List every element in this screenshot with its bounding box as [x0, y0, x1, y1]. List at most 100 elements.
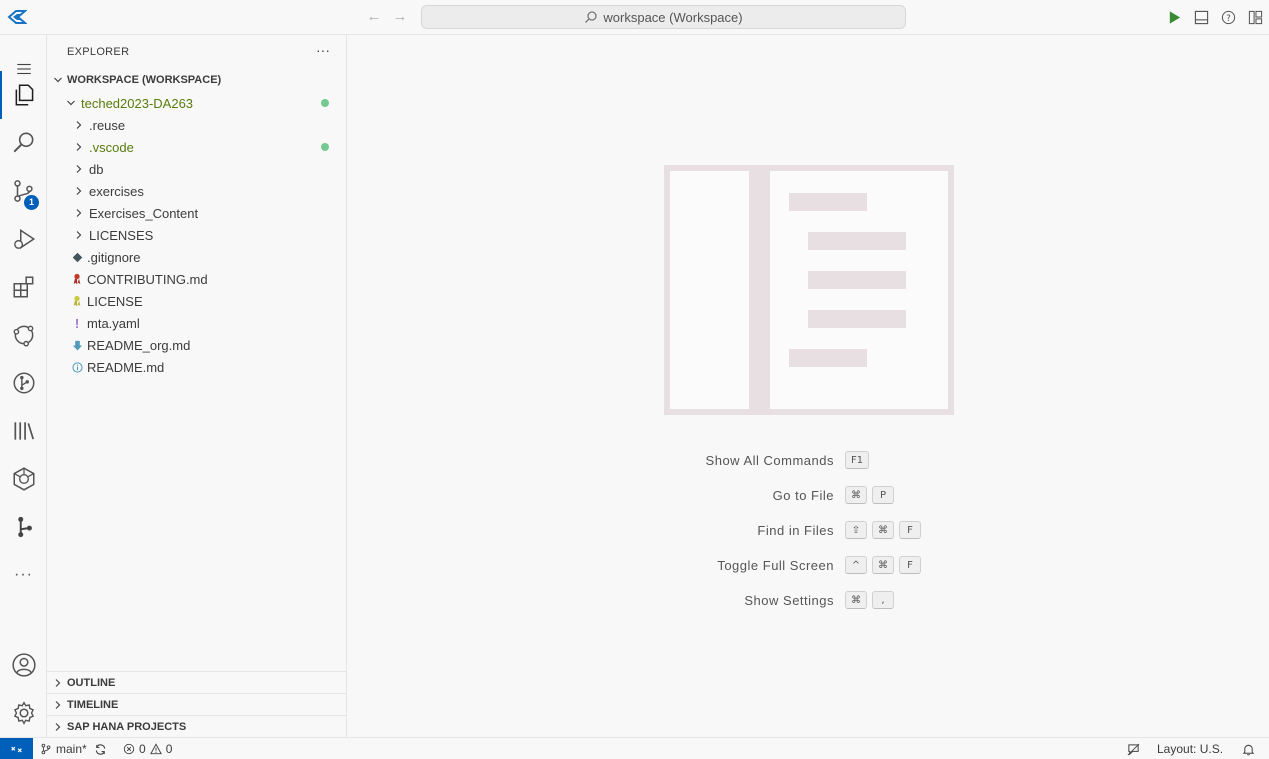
more-icon[interactable]: ···: [0, 551, 47, 599]
shortcut-keys: ^ ⌘ F: [845, 556, 921, 574]
file-label: mta.yaml: [87, 315, 140, 331]
folder-label: LICENSES: [89, 227, 154, 243]
explorer-icon[interactable]: [0, 71, 47, 119]
explorer-sidebar: EXPLORER ··· WORKSPACE (WORKSPACE) teche…: [47, 35, 347, 737]
shortcut-show-settings[interactable]: Show Settings ⌘ ,: [347, 591, 1269, 611]
git-graph-icon[interactable]: [0, 359, 47, 407]
source-control-icon[interactable]: 1: [0, 167, 47, 215]
toggle-panel-icon[interactable]: [1191, 7, 1211, 27]
gear-icon[interactable]: [0, 689, 47, 737]
key-cap: ^: [845, 556, 867, 574]
vscode-window: ← → workspace (Workspace) ? 1 ··· EXPLOR…: [0, 0, 1269, 759]
chevron-down-icon: [63, 95, 79, 111]
shortcut-find-in-files[interactable]: Find in Files ⇧ ⌘ F: [347, 521, 1269, 541]
contributing-ribbon-icon: [69, 271, 85, 287]
outline-section[interactable]: OUTLINE: [47, 671, 347, 693]
help-icon[interactable]: ?: [1218, 7, 1238, 27]
key-cap: ⌘: [872, 521, 894, 539]
chevron-right-icon: [71, 161, 87, 177]
more-actions-icon[interactable]: ···: [316, 43, 332, 59]
keyboard-layout-status[interactable]: Layout: U.S.: [1157, 741, 1223, 757]
tree-folder[interactable]: Exercises_Content: [47, 202, 347, 224]
workspace-label: WORKSPACE (WORKSPACE): [67, 74, 222, 86]
run-icon[interactable]: [1164, 7, 1184, 27]
tree-file[interactable]: LICENSE: [47, 290, 347, 312]
file-label: .gitignore: [87, 249, 141, 265]
shortcut-keys: F1: [845, 451, 870, 469]
layout-label: Layout: U.S.: [1157, 742, 1224, 756]
error-icon: [123, 743, 135, 755]
shortcut-label: Show All Commands: [705, 453, 834, 468]
tree-folder[interactable]: .vscode: [47, 136, 347, 158]
modified-dot: [321, 143, 329, 151]
customize-layout-icon[interactable]: [1245, 7, 1265, 27]
tree-file[interactable]: README.md: [47, 356, 347, 378]
search-icon: [584, 10, 598, 24]
chevron-right-icon: [71, 139, 87, 155]
shortcut-keys: ⌘ ,: [845, 591, 894, 609]
chevron-right-icon: [71, 205, 87, 221]
sync-icon[interactable]: [94, 741, 107, 757]
folder-label: db: [89, 161, 104, 177]
tree-file[interactable]: .gitignore: [47, 246, 347, 268]
branch-label: main*: [56, 742, 87, 756]
key-cap: F: [899, 556, 921, 574]
activity-bar: 1 ···: [0, 35, 47, 737]
shortcut-label: Find in Files: [757, 523, 834, 538]
accounts-icon[interactable]: [0, 641, 47, 689]
run-debug-icon[interactable]: [0, 215, 47, 263]
key-cap: ⇧: [845, 521, 867, 539]
timeline-section[interactable]: TIMELINE: [47, 693, 347, 715]
shortcut-label: Show Settings: [744, 593, 834, 608]
tree-folder[interactable]: .reuse: [47, 114, 347, 136]
editor-area: Show All Commands F1 Go to File ⌘ P Find…: [347, 35, 1269, 737]
chevron-right-icon: [71, 183, 87, 199]
tree-folder[interactable]: db: [47, 158, 347, 180]
cloud-foundry-icon[interactable]: [0, 311, 47, 359]
workspace-header[interactable]: WORKSPACE (WORKSPACE): [47, 69, 347, 91]
section-label: TIMELINE: [67, 698, 119, 711]
chevron-right-icon: [71, 227, 87, 243]
library-icon[interactable]: [0, 407, 47, 455]
tree-folder[interactable]: LICENSES: [47, 224, 347, 246]
notifications-bell-icon[interactable]: [1242, 741, 1255, 757]
shortcut-label: Toggle Full Screen: [717, 558, 834, 573]
feedback-icon[interactable]: [1127, 741, 1140, 757]
back-arrow-icon[interactable]: ←: [366, 8, 382, 26]
extensions-icon[interactable]: [0, 263, 47, 311]
gitlens-icon[interactable]: [0, 503, 47, 551]
command-center-search[interactable]: workspace (Workspace): [421, 5, 906, 29]
shortcut-toggle-full-screen[interactable]: Toggle Full Screen ^ ⌘ F: [347, 556, 1269, 576]
folder-label: .reuse: [89, 117, 126, 133]
file-label: README.md: [87, 359, 165, 375]
key-cap: ⌘: [845, 591, 867, 609]
tree-folder[interactable]: exercises: [47, 180, 347, 202]
editor-watermark-icon: [664, 165, 954, 415]
app-logo-icon[interactable]: [7, 8, 28, 26]
shortcut-label: Go to File: [772, 488, 834, 503]
section-label: SAP HANA PROJECTS: [67, 720, 187, 733]
search-view-icon[interactable]: [0, 119, 47, 167]
key-cap: P: [872, 486, 894, 504]
tree-file[interactable]: README_org.md: [47, 334, 347, 356]
command-center-label: workspace (Workspace): [603, 9, 743, 25]
shortcut-keys: ⇧ ⌘ F: [845, 521, 921, 539]
chevron-right-icon: [50, 719, 66, 735]
section-label: OUTLINE: [67, 676, 116, 689]
sap-hana-icon[interactable]: [0, 455, 47, 503]
key-cap: F1: [845, 451, 870, 469]
tree-file[interactable]: ! mta.yaml: [47, 312, 347, 334]
shortcut-show-all-commands[interactable]: Show All Commands F1: [347, 451, 1269, 471]
forward-arrow-icon[interactable]: →: [392, 8, 408, 26]
branch-status[interactable]: main*: [40, 741, 87, 757]
problems-status[interactable]: 0 0: [123, 741, 172, 757]
tree-folder-root[interactable]: teched2023-DA263: [47, 92, 347, 114]
remote-indicator-icon[interactable]: [0, 738, 33, 759]
markdown-file-icon: [69, 337, 85, 353]
title-actions: ?: [1164, 7, 1265, 27]
folder-label: exercises: [89, 183, 144, 199]
sap-hana-projects-section[interactable]: SAP HANA PROJECTS: [47, 715, 347, 737]
shortcut-go-to-file[interactable]: Go to File ⌘ P: [347, 486, 1269, 506]
info-file-icon: [69, 359, 85, 375]
tree-file[interactable]: CONTRIBUTING.md: [47, 268, 347, 290]
